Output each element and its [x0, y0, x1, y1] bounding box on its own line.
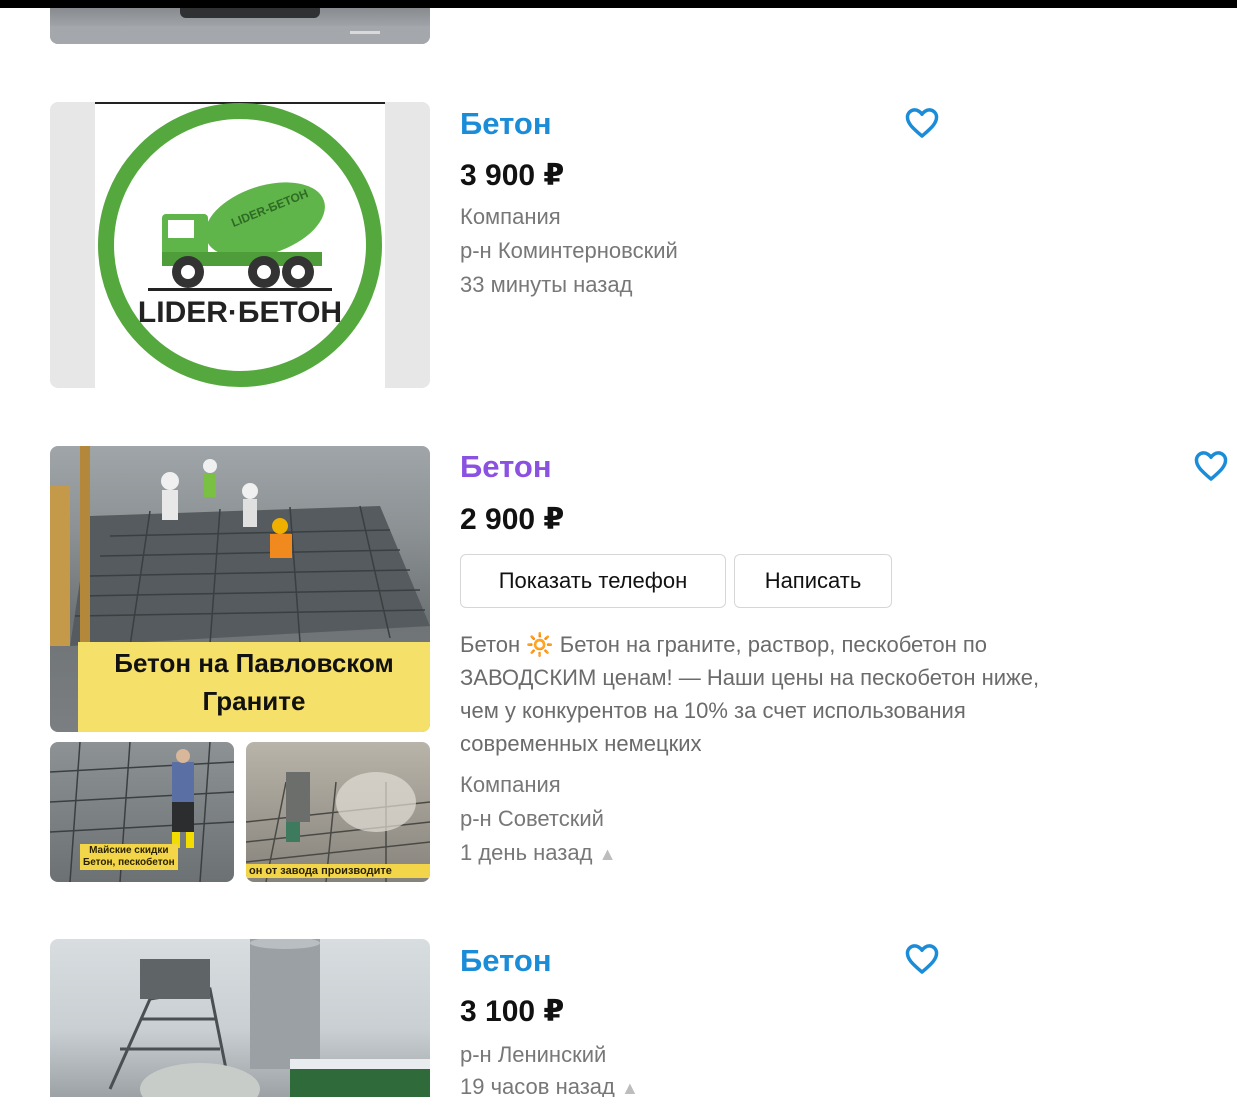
arrow-up-icon: ▲ — [598, 844, 617, 864]
listing-seller: Компания — [460, 204, 561, 229]
previous-image-art — [50, 8, 430, 44]
image-caption: Бетон на Павловском Граните — [78, 642, 430, 732]
listing-price: 3 900 ₽ — [460, 159, 565, 192]
listing-seller: Компания — [460, 772, 561, 797]
listing-image-main[interactable]: Бетон на Павловском Граните — [50, 446, 430, 732]
image-caption-line-2: Граните — [202, 686, 306, 716]
favorite-heart-icon[interactable] — [904, 943, 940, 975]
listing-time: 33 минуты назад — [460, 272, 633, 297]
thumb-2-photo — [246, 772, 430, 882]
thumb-1-caption-line-1: Майские скидки — [89, 845, 169, 856]
listings-page: LIDER-БЕТОН LIDER·БЕТОН Бетон 3 900 ₽ Ко… — [0, 8, 1237, 1097]
favorite-heart-icon[interactable] — [1193, 450, 1229, 482]
thumb-2-caption: он от завода производите — [246, 864, 430, 878]
favorite-heart-icon[interactable] — [904, 107, 940, 139]
image-caption-line-1: Бетон на Павловском — [114, 648, 394, 678]
listing-title[interactable]: Бетон — [460, 449, 552, 485]
listing-title[interactable]: Бетон — [460, 106, 552, 142]
arrow-up-icon: ▲ — [620, 1078, 639, 1097]
listing-price: 2 900 ₽ — [460, 503, 565, 536]
listing-time-row: 1 день назад ▲ — [460, 836, 616, 871]
thumb-1-caption-line-2: Бетон, пескобетон — [83, 857, 175, 868]
listing-description: Бетон 🔆 Бетон на граните, раствор, песко… — [460, 632, 1040, 756]
listing-image-thumb-1[interactable]: Майские скидки Бетон, пескобетон — [50, 742, 234, 882]
listing-image-previous[interactable] — [50, 8, 430, 44]
listing-district: р-н Ленинский — [460, 1042, 607, 1067]
listing-time: 19 часов назад — [460, 1074, 615, 1097]
listing-district: р-н Коминтерновский — [460, 238, 678, 263]
listing-time: 1 день назад — [460, 840, 593, 865]
logo-wordmark: LIDER·БЕТОН — [138, 296, 342, 329]
listing-image-concrete-plant[interactable] — [50, 939, 430, 1097]
write-message-button[interactable]: Написать — [734, 554, 892, 608]
lider-beton-logo: LIDER-БЕТОН LIDER·БЕТОН — [95, 102, 385, 388]
show-phone-button[interactable]: Показать телефон — [460, 554, 726, 608]
listing-district: р-н Советский — [460, 806, 604, 831]
listing-title[interactable]: Бетон — [460, 943, 552, 979]
concrete-plant-photo — [108, 939, 430, 1097]
listing-time-row: 19 часов назад ▲ — [460, 1070, 639, 1097]
listing-image-thumb-2[interactable]: он от завода производите — [246, 742, 430, 882]
thumb-1-caption: Майские скидки Бетон, пескобетон — [80, 844, 178, 870]
listing-image-lider-beton[interactable]: LIDER-БЕТОН LIDER·БЕТОН — [50, 102, 430, 388]
listing-price: 3 100 ₽ — [460, 995, 565, 1028]
